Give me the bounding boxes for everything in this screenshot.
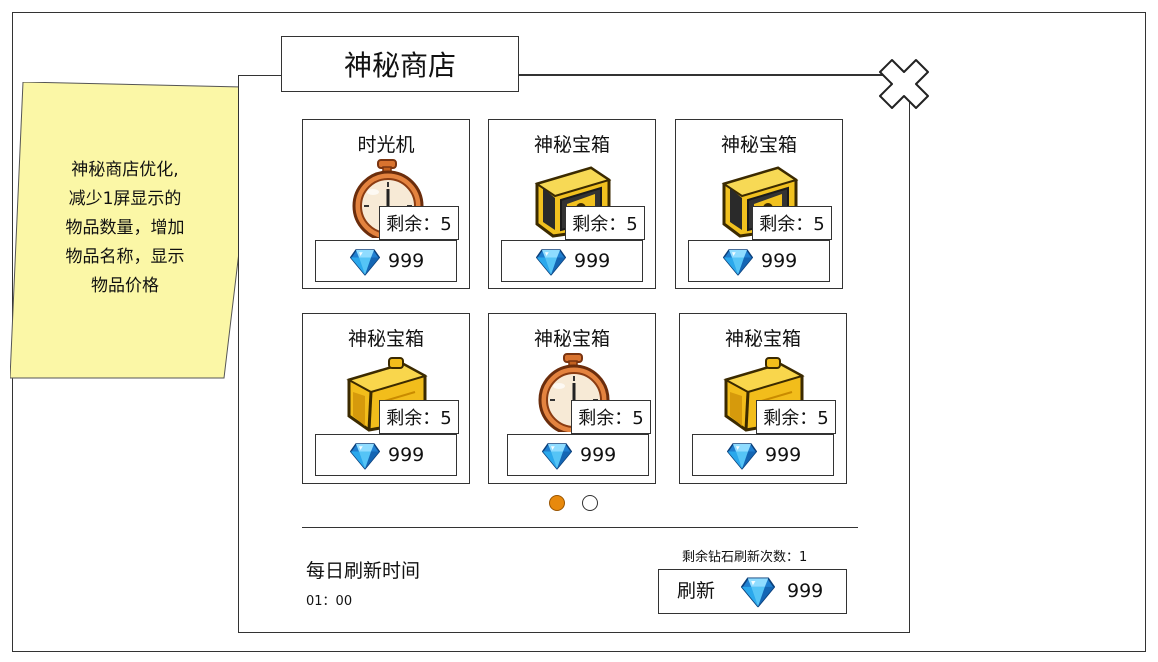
shop-item-card[interactable]: 神秘宝箱 剩余：5 999 [675, 119, 843, 289]
item-price: 999 [765, 444, 802, 466]
refresh-price: 999 [787, 580, 824, 602]
footer-divider [302, 527, 858, 528]
note-line: 减少1屏显示的 [68, 189, 182, 209]
diamond-icon [542, 441, 572, 471]
shop-item-card[interactable]: 神秘宝箱 剩余：5 999 [302, 313, 470, 484]
item-buy-button[interactable]: 999 [692, 434, 834, 476]
title-rule [518, 74, 888, 75]
note-line: 神秘商店优化, [71, 160, 179, 180]
item-name: 神秘宝箱 [533, 328, 610, 350]
item-remaining: 剩余：5 [571, 400, 651, 434]
item-buy-button[interactable]: 999 [315, 240, 457, 282]
item-name: 神秘宝箱 [720, 134, 797, 156]
diamond-icon [350, 441, 380, 471]
refresh-label: 刷新 [677, 580, 716, 602]
page-dot[interactable] [582, 495, 598, 511]
item-buy-button[interactable]: 999 [688, 240, 830, 282]
page-dot-active[interactable] [549, 495, 565, 511]
item-remaining: 剩余：5 [379, 400, 459, 434]
close-icon[interactable] [878, 58, 930, 110]
shop-title-text: 神秘商店 [343, 49, 456, 82]
shop-title: 神秘商店 [281, 36, 519, 92]
item-name: 神秘宝箱 [724, 328, 801, 350]
daily-refresh-label: 每日刷新时间 [306, 560, 421, 582]
diamond-icon [536, 247, 566, 277]
shop-item-card[interactable]: 神秘宝箱 剩余：5 999 [488, 313, 656, 484]
item-remaining: 剩余：5 [565, 206, 645, 240]
item-buy-button[interactable]: 999 [507, 434, 649, 476]
item-price: 999 [580, 444, 617, 466]
shop-item-card[interactable]: 神秘宝箱 剩余：5 999 [679, 313, 847, 484]
item-remaining: 剩余：5 [752, 206, 832, 240]
note-line: 物品价格 [91, 276, 159, 296]
diamond-icon [727, 441, 757, 471]
annotation-note: 神秘商店优化, 减少1屏显示的 物品数量，增加 物品名称，显示 物品价格 [10, 82, 357, 382]
item-remaining: 剩余：5 [756, 400, 836, 434]
shop-item-card[interactable]: 神秘宝箱 剩余：5 999 [488, 119, 656, 289]
item-price: 999 [761, 250, 798, 272]
item-remaining: 剩余：5 [379, 206, 459, 240]
refresh-button[interactable]: 刷新 999 [658, 569, 847, 614]
diamond-icon [723, 247, 753, 277]
daily-refresh-time: 01：00 [306, 594, 353, 609]
item-buy-button[interactable]: 999 [501, 240, 643, 282]
diamond-icon [350, 247, 380, 277]
item-name: 神秘宝箱 [347, 328, 424, 350]
item-buy-button[interactable]: 999 [315, 434, 457, 476]
note-line: 物品名称，显示 [65, 247, 185, 267]
item-name: 神秘宝箱 [533, 134, 610, 156]
item-price: 999 [388, 250, 425, 272]
diamond-icon [741, 576, 775, 608]
note-text: 神秘商店优化, 减少1屏显示的 物品数量，增加 物品名称，显示 物品价格 [50, 156, 200, 301]
note-line: 物品数量，增加 [65, 218, 185, 238]
remaining-refresh-count: 剩余钻石刷新次数：1 [682, 550, 808, 565]
item-price: 999 [574, 250, 611, 272]
shop-item-card[interactable]: 时光机 剩余：5 999 [302, 119, 470, 289]
item-name: 时光机 [357, 134, 415, 156]
item-price: 999 [388, 444, 425, 466]
